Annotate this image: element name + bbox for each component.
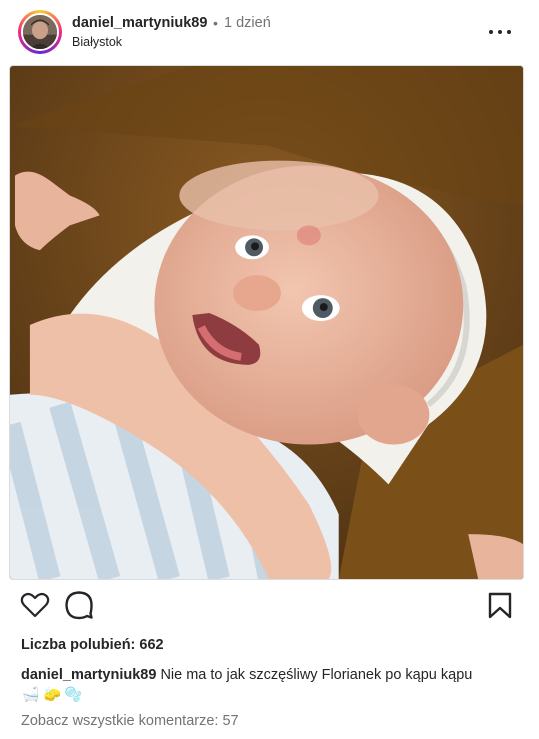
more-horizontal-icon <box>489 30 493 34</box>
avatar-image <box>23 15 57 49</box>
save-button[interactable] <box>485 590 515 620</box>
caption-text: Nie ma to jak szczęśliwy Florianek po ką… <box>160 667 473 683</box>
likes-count[interactable]: Liczba polubień: 662 <box>21 637 164 653</box>
heart-icon <box>20 592 50 618</box>
more-dot <box>507 30 511 34</box>
caption-emojis: 🛁 🧽 🫧 <box>22 684 82 704</box>
caption: daniel_martyniuk89 Nie ma to jak szczęśl… <box>21 665 521 685</box>
baby-photo-illustration <box>10 66 523 579</box>
post-photo[interactable] <box>9 65 524 580</box>
post-username[interactable]: daniel_martyniuk89 <box>72 15 207 31</box>
bubbles-emoji-icon: 🫧 <box>64 686 83 702</box>
more-dot <box>498 30 502 34</box>
separator-dot: • <box>213 15 218 31</box>
avatar-story-ring[interactable] <box>18 10 62 54</box>
post-time-ago[interactable]: 1 dzień <box>224 15 271 31</box>
view-all-comments-link[interactable]: Zobacz wszystkie komentarze: 57 <box>21 713 239 729</box>
like-button[interactable] <box>20 590 50 620</box>
post-header: daniel_martyniuk89 • 1 dzień Białystok <box>0 0 539 64</box>
comment-icon <box>65 591 93 620</box>
bookmark-icon <box>488 592 512 619</box>
action-bar <box>0 590 539 626</box>
more-options-button[interactable] <box>486 22 514 42</box>
sponge-emoji-icon: 🧽 <box>43 686 61 702</box>
caption-username[interactable]: daniel_martyniuk89 <box>21 667 156 683</box>
avatar[interactable] <box>21 13 59 51</box>
post-location[interactable]: Białystok <box>72 35 122 49</box>
bathtub-emoji-icon: 🛁 <box>22 686 40 702</box>
comment-button[interactable] <box>64 590 94 620</box>
